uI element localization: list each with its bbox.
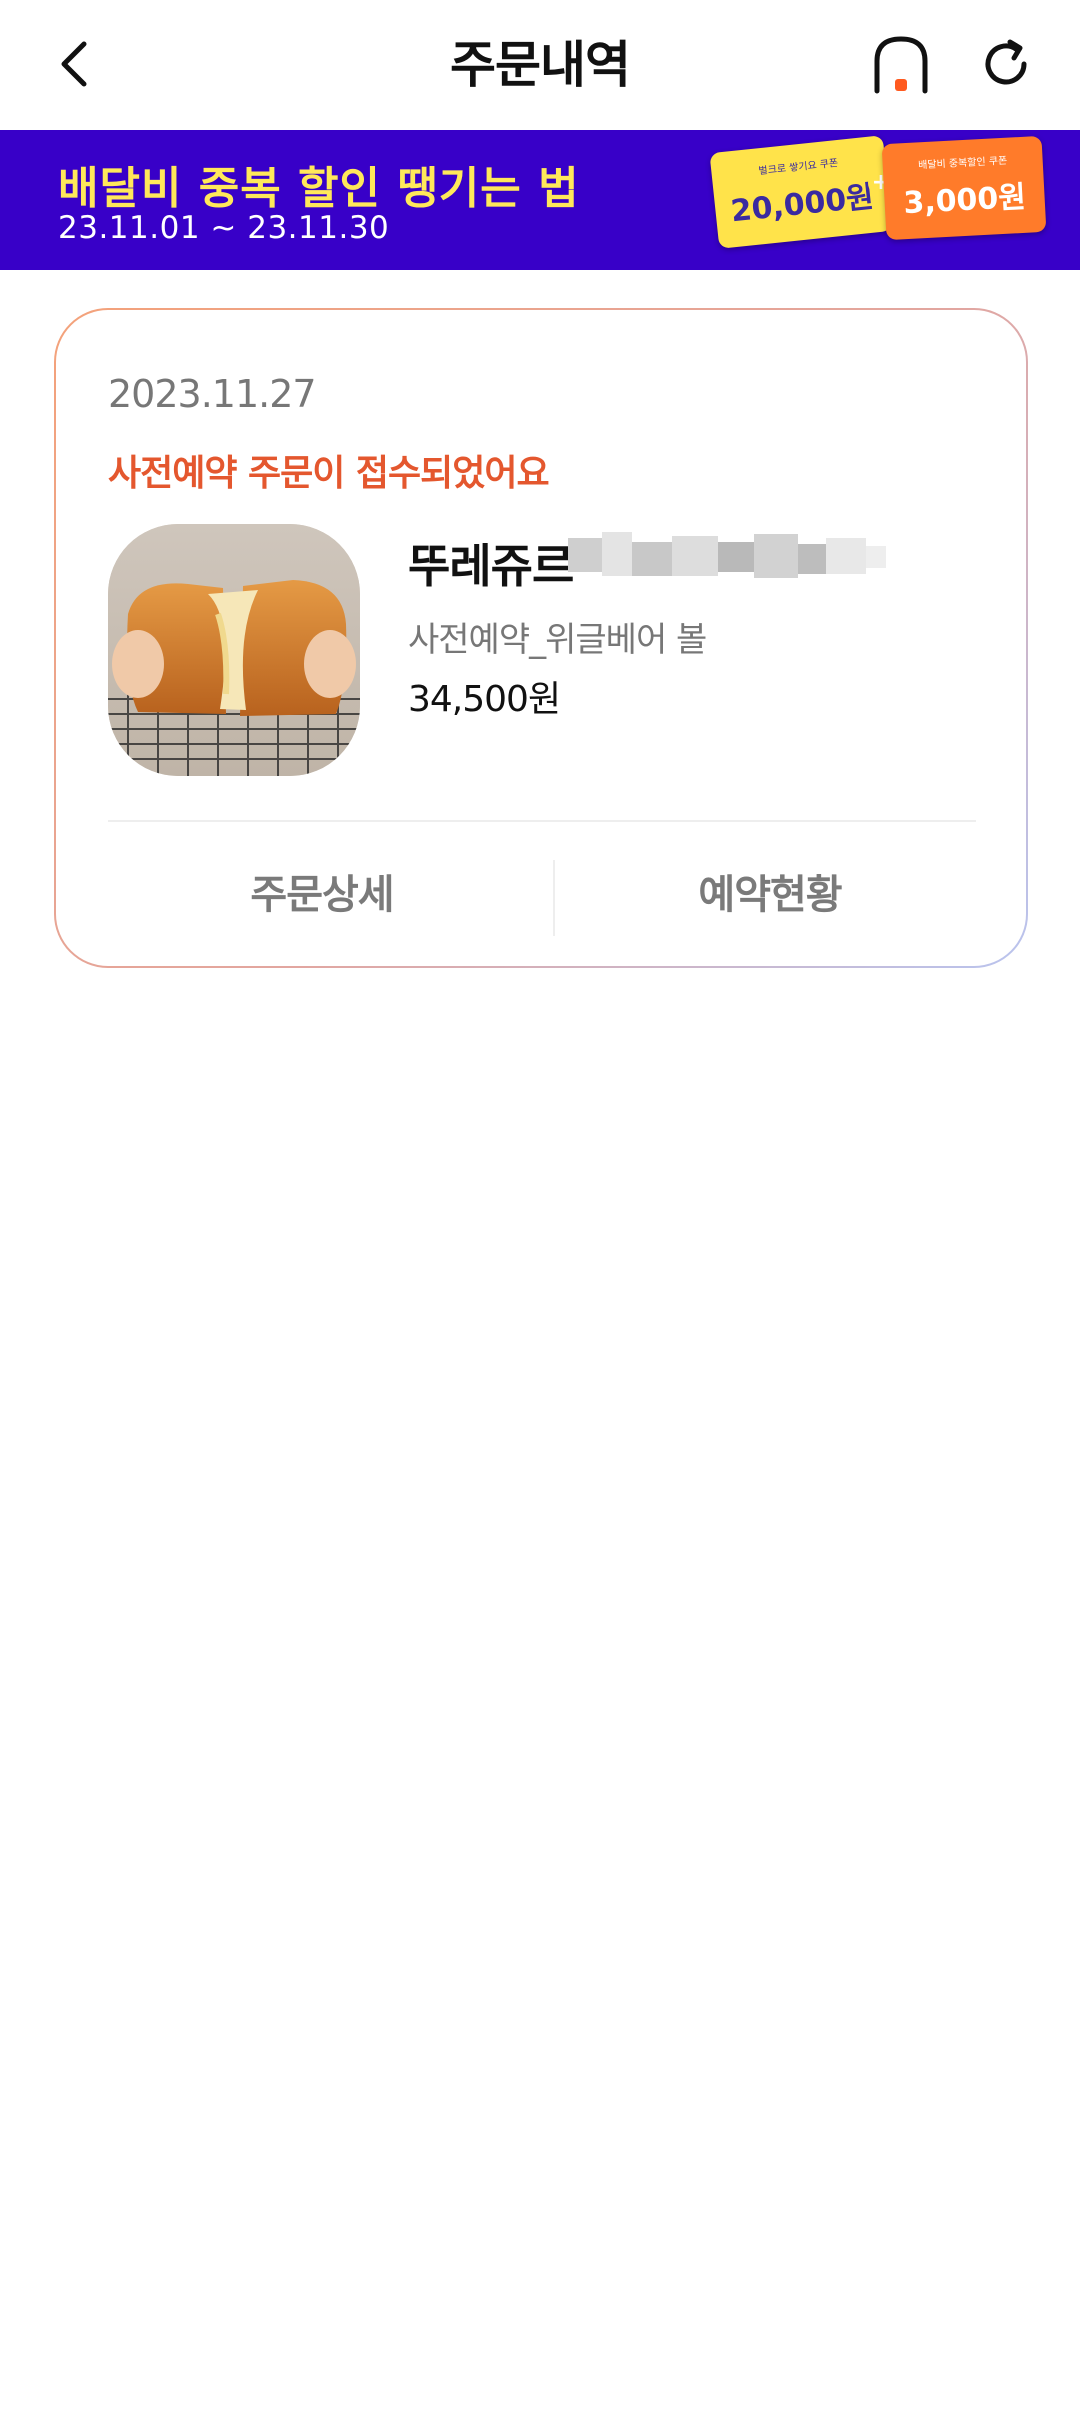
refresh-button[interactable] bbox=[966, 24, 1046, 104]
reservation-status-button[interactable]: 예약현황 bbox=[556, 826, 984, 956]
home-icon bbox=[874, 36, 928, 94]
redacted-text-mask bbox=[568, 532, 886, 578]
promo-banner[interactable]: 배달비 중복 할인 땡기는 법 23.11.01 ~ 23.11.30 벌크로 … bbox=[0, 130, 1080, 270]
order-card: 2023.11.27 사전예약 주문이 접수되었어요 뚜레쥬르 사전예약_위글베… bbox=[54, 308, 1028, 968]
banner-title: 배달비 중복 할인 땡기는 법 bbox=[58, 163, 580, 214]
card-divider bbox=[108, 820, 976, 822]
bread-image bbox=[108, 524, 360, 776]
coupon-card-1: 벌크로 쌓기요 쿠폰 20,000원 bbox=[709, 135, 893, 249]
order-date: 2023.11.27 bbox=[108, 372, 317, 416]
coupon-card-2: 배달비 중복할인 쿠폰 3,000원 bbox=[881, 135, 1047, 241]
top-app-bar: 주문내역 bbox=[0, 0, 1080, 130]
refresh-icon bbox=[985, 39, 1027, 85]
banner-date-range: 23.11.01 ~ 23.11.30 bbox=[58, 210, 390, 246]
order-price: 34,500원 bbox=[408, 679, 561, 720]
coupon-amount: 3,000원 bbox=[902, 179, 1027, 222]
product-thumbnail bbox=[108, 524, 360, 776]
order-detail-button[interactable]: 주문상세 bbox=[108, 826, 536, 956]
order-status: 사전예약 주문이 접수되었어요 bbox=[108, 453, 550, 494]
coupon-caption: 배달비 중복할인 쿠폰 bbox=[917, 155, 1008, 172]
button-separator bbox=[553, 860, 555, 936]
home-button[interactable] bbox=[862, 26, 940, 104]
store-name: 뚜레쥬르 bbox=[408, 539, 574, 593]
menu-name: 사전예약_위글베어 볼 bbox=[408, 620, 707, 660]
